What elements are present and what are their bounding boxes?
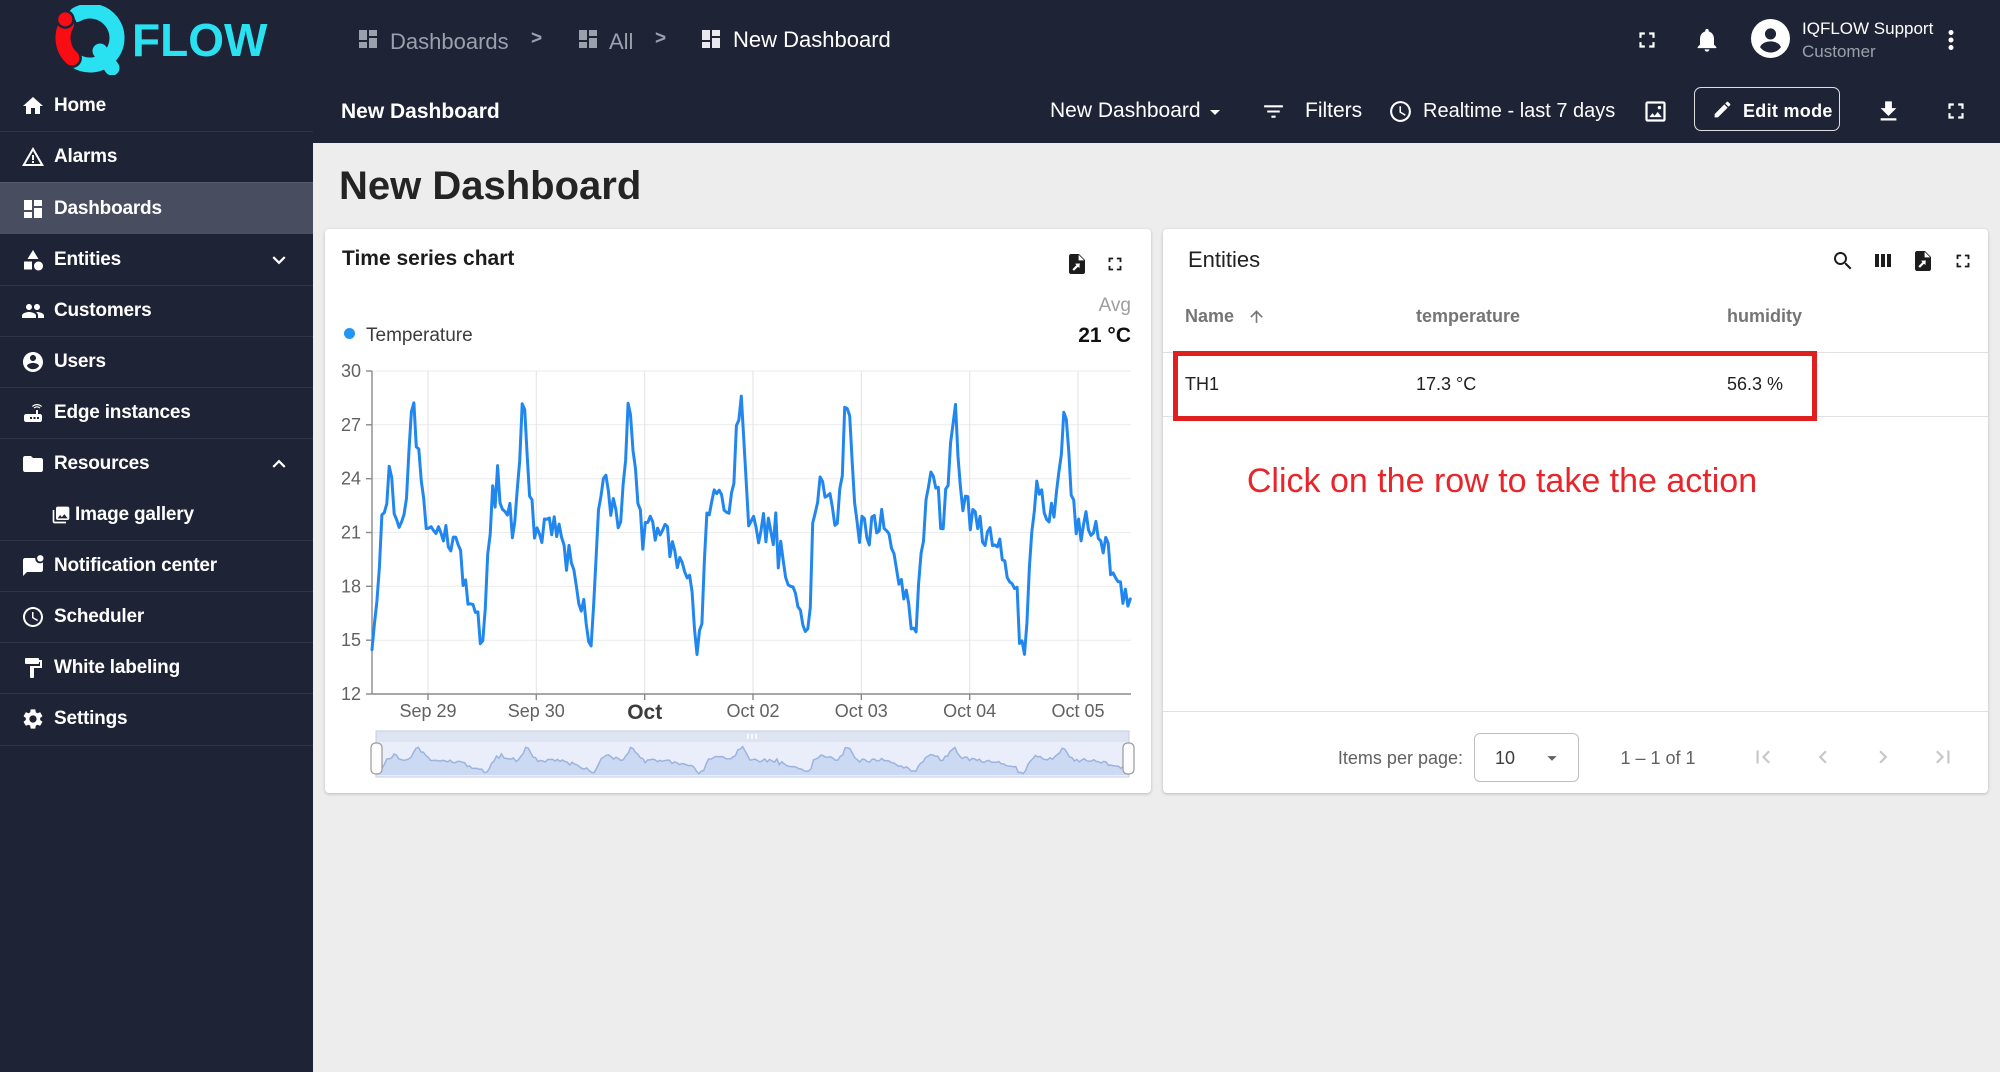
svg-text:27: 27 — [341, 415, 361, 435]
svg-text:18: 18 — [341, 576, 361, 596]
svg-text:30: 30 — [341, 361, 361, 381]
svg-text:21: 21 — [341, 523, 361, 543]
svg-text:Sep 30: Sep 30 — [508, 701, 565, 721]
svg-text:Oct 05: Oct 05 — [1051, 701, 1104, 721]
svg-text:Oct 02: Oct 02 — [726, 701, 779, 721]
svg-text:15: 15 — [341, 630, 361, 650]
svg-text:Oct: Oct — [627, 701, 662, 724]
svg-text:12: 12 — [341, 684, 361, 704]
svg-text:24: 24 — [341, 469, 361, 489]
svg-text:FLOW: FLOW — [132, 14, 268, 66]
svg-text:Oct 03: Oct 03 — [835, 701, 888, 721]
svg-text:Sep 29: Sep 29 — [399, 701, 456, 721]
svg-text:Oct 04: Oct 04 — [943, 701, 996, 721]
